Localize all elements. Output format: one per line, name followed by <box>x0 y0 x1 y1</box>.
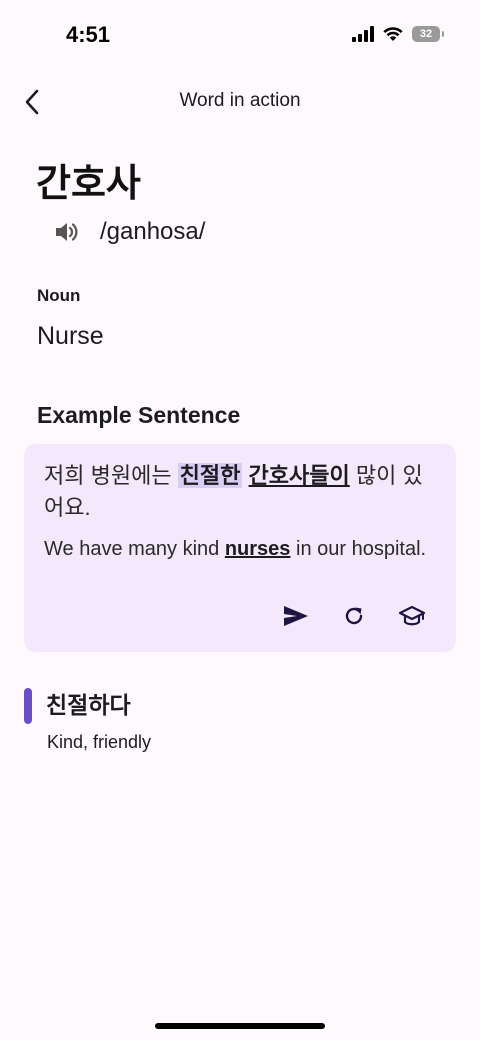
refresh-icon <box>345 607 363 625</box>
korean-before: 저희 병원에는 <box>44 463 178 488</box>
learn-button[interactable] <box>398 602 426 630</box>
battery-icon: 32 <box>412 26 444 42</box>
nav-bar: Word in action <box>0 78 480 126</box>
status-bar: 4:51 32 <box>0 0 480 72</box>
word-term: 간호사 <box>36 163 141 205</box>
status-icons: 32 <box>352 26 444 42</box>
example-card: 저희 병원에는 친절한 간호사들이 많이 있어요. We have many k… <box>24 444 456 652</box>
vocab-item[interactable]: 친절하다 Kind, friendly <box>24 686 454 766</box>
status-time: 4:51 <box>66 22 111 47</box>
cellular-signal-icon <box>352 26 374 42</box>
vocab-word: 친절하다 <box>46 692 131 718</box>
card-actions <box>282 602 426 630</box>
target-word-english: nurses <box>224 538 291 560</box>
english-sentence: We have many kind nurses in our hospital… <box>44 536 439 563</box>
page-title: Word in action <box>179 90 301 111</box>
speaker-icon <box>56 223 78 241</box>
refresh-button[interactable] <box>340 602 368 630</box>
pronunciation-text: /ganhosa/ <box>100 218 206 245</box>
pronunciation-row: /ganhosa/ <box>52 212 205 252</box>
vocab-meaning: Kind, friendly <box>47 732 152 752</box>
english-after: in our hospital. <box>290 538 427 560</box>
wifi-icon <box>383 27 403 41</box>
home-indicator[interactable] <box>155 1023 325 1029</box>
target-word-korean[interactable]: 간호사들이 <box>249 463 350 488</box>
part-of-speech: Noun <box>37 286 81 305</box>
example-section-title: Example Sentence <box>37 402 241 428</box>
english-before: We have many kind <box>44 538 225 560</box>
korean-sentence: 저희 병원에는 친절한 간호사들이 많이 있어요. <box>44 460 439 524</box>
vocab-accent-bar <box>24 688 32 724</box>
graduation-cap-icon <box>398 605 426 626</box>
send-button[interactable] <box>282 602 310 630</box>
play-audio-button[interactable] <box>52 217 82 247</box>
send-icon <box>284 606 308 626</box>
highlighted-word[interactable]: 친절한 <box>177 463 243 488</box>
word-meaning: Nurse <box>37 322 104 350</box>
